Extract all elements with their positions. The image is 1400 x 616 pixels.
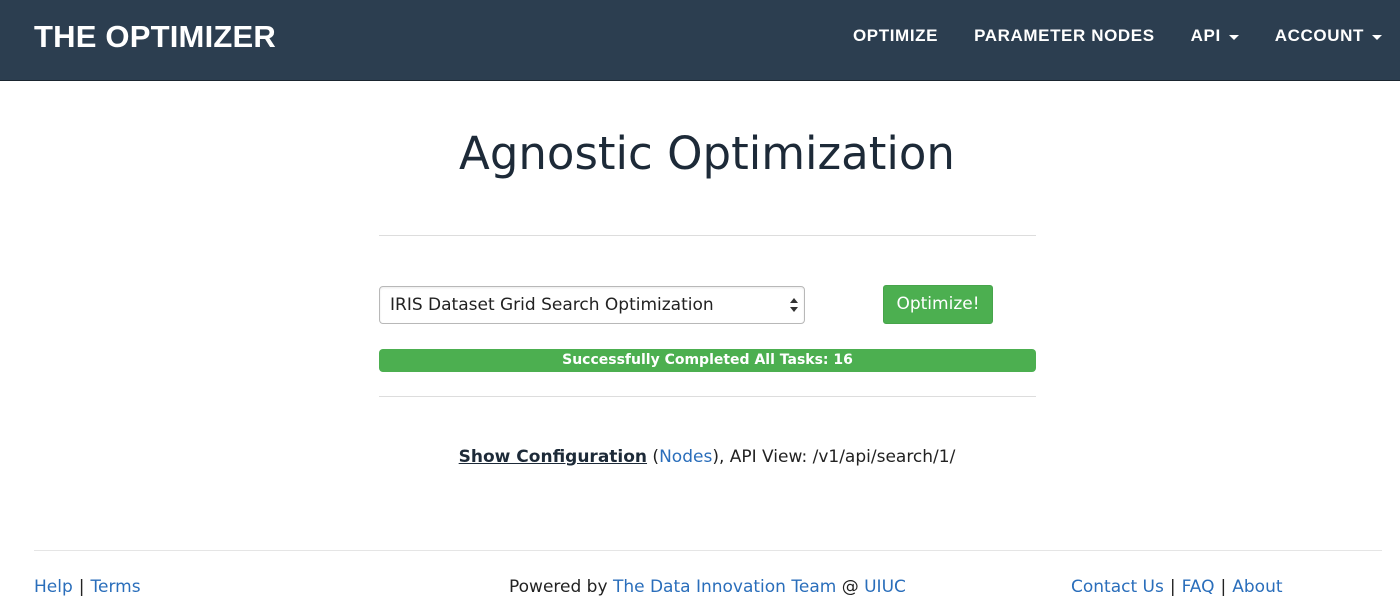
faq-link[interactable]: FAQ <box>1182 577 1215 597</box>
contact-us-link[interactable]: Contact Us <box>1071 577 1164 597</box>
nav-item-label: API <box>1190 26 1221 45</box>
nav-item-label: ACCOUNT <box>1274 26 1364 45</box>
bottom-divider <box>379 396 1036 397</box>
nav-menu: OPTIMIZE PARAMETER NODES API ACCOUNT <box>817 24 1382 48</box>
api-view-text: ), API View: /v1/api/search/1/ <box>712 447 956 467</box>
top-divider <box>379 235 1036 236</box>
nav-item-account[interactable]: ACCOUNT <box>1275 24 1382 48</box>
footer-divider <box>34 550 1382 551</box>
configuration-line: Show Configuration (Nodes), API View: /v… <box>0 446 1400 468</box>
caret-down-icon <box>1372 34 1382 40</box>
at-text: @ <box>836 577 865 597</box>
optimization-select[interactable]: IRIS Dataset Grid Search Optimization <box>379 286 805 324</box>
show-configuration-link[interactable]: Show Configuration <box>459 447 647 467</box>
footer-right-links: Contact Us | FAQ | About <box>1071 576 1283 598</box>
top-navbar: THE OPTIMIZER OPTIMIZE PARAMETER NODES A… <box>0 0 1400 81</box>
terms-link[interactable]: Terms <box>91 577 141 597</box>
powered-by-text: Powered by <box>509 577 613 597</box>
nav-item-optimize[interactable]: OPTIMIZE <box>853 24 938 48</box>
uiuc-link[interactable]: UIUC <box>864 577 906 597</box>
updown-arrows-icon <box>790 298 798 312</box>
progress-track: Successfully Completed All Tasks: 16 <box>379 349 1036 372</box>
nodes-link[interactable]: Nodes <box>659 447 712 467</box>
footer-left-links: Help | Terms <box>34 576 141 598</box>
separator: | <box>1169 577 1176 597</box>
team-link[interactable]: The Data Innovation Team <box>613 577 836 597</box>
optimize-button[interactable]: Optimize! <box>883 285 993 324</box>
about-link[interactable]: About <box>1232 577 1282 597</box>
paren-text: ( <box>647 447 660 467</box>
select-value: IRIS Dataset Grid Search Optimization <box>390 295 714 315</box>
progress-bar: Successfully Completed All Tasks: 16 <box>379 349 1036 372</box>
nav-item-label: OPTIMIZE <box>852 26 939 45</box>
brand-logo[interactable]: THE OPTIMIZER <box>34 19 276 55</box>
nav-item-parameter-nodes[interactable]: PARAMETER NODES <box>974 24 1155 48</box>
separator: | <box>78 577 85 597</box>
footer-credit: Powered by The Data Innovation Team @ UI… <box>509 576 906 598</box>
page-title: Agnostic Optimization <box>459 127 955 180</box>
caret-down-icon <box>1228 34 1239 40</box>
separator: | <box>1220 577 1227 597</box>
nav-item-label: PARAMETER NODES <box>974 26 1155 45</box>
help-link[interactable]: Help <box>34 577 73 597</box>
nav-item-api[interactable]: API <box>1191 24 1239 48</box>
